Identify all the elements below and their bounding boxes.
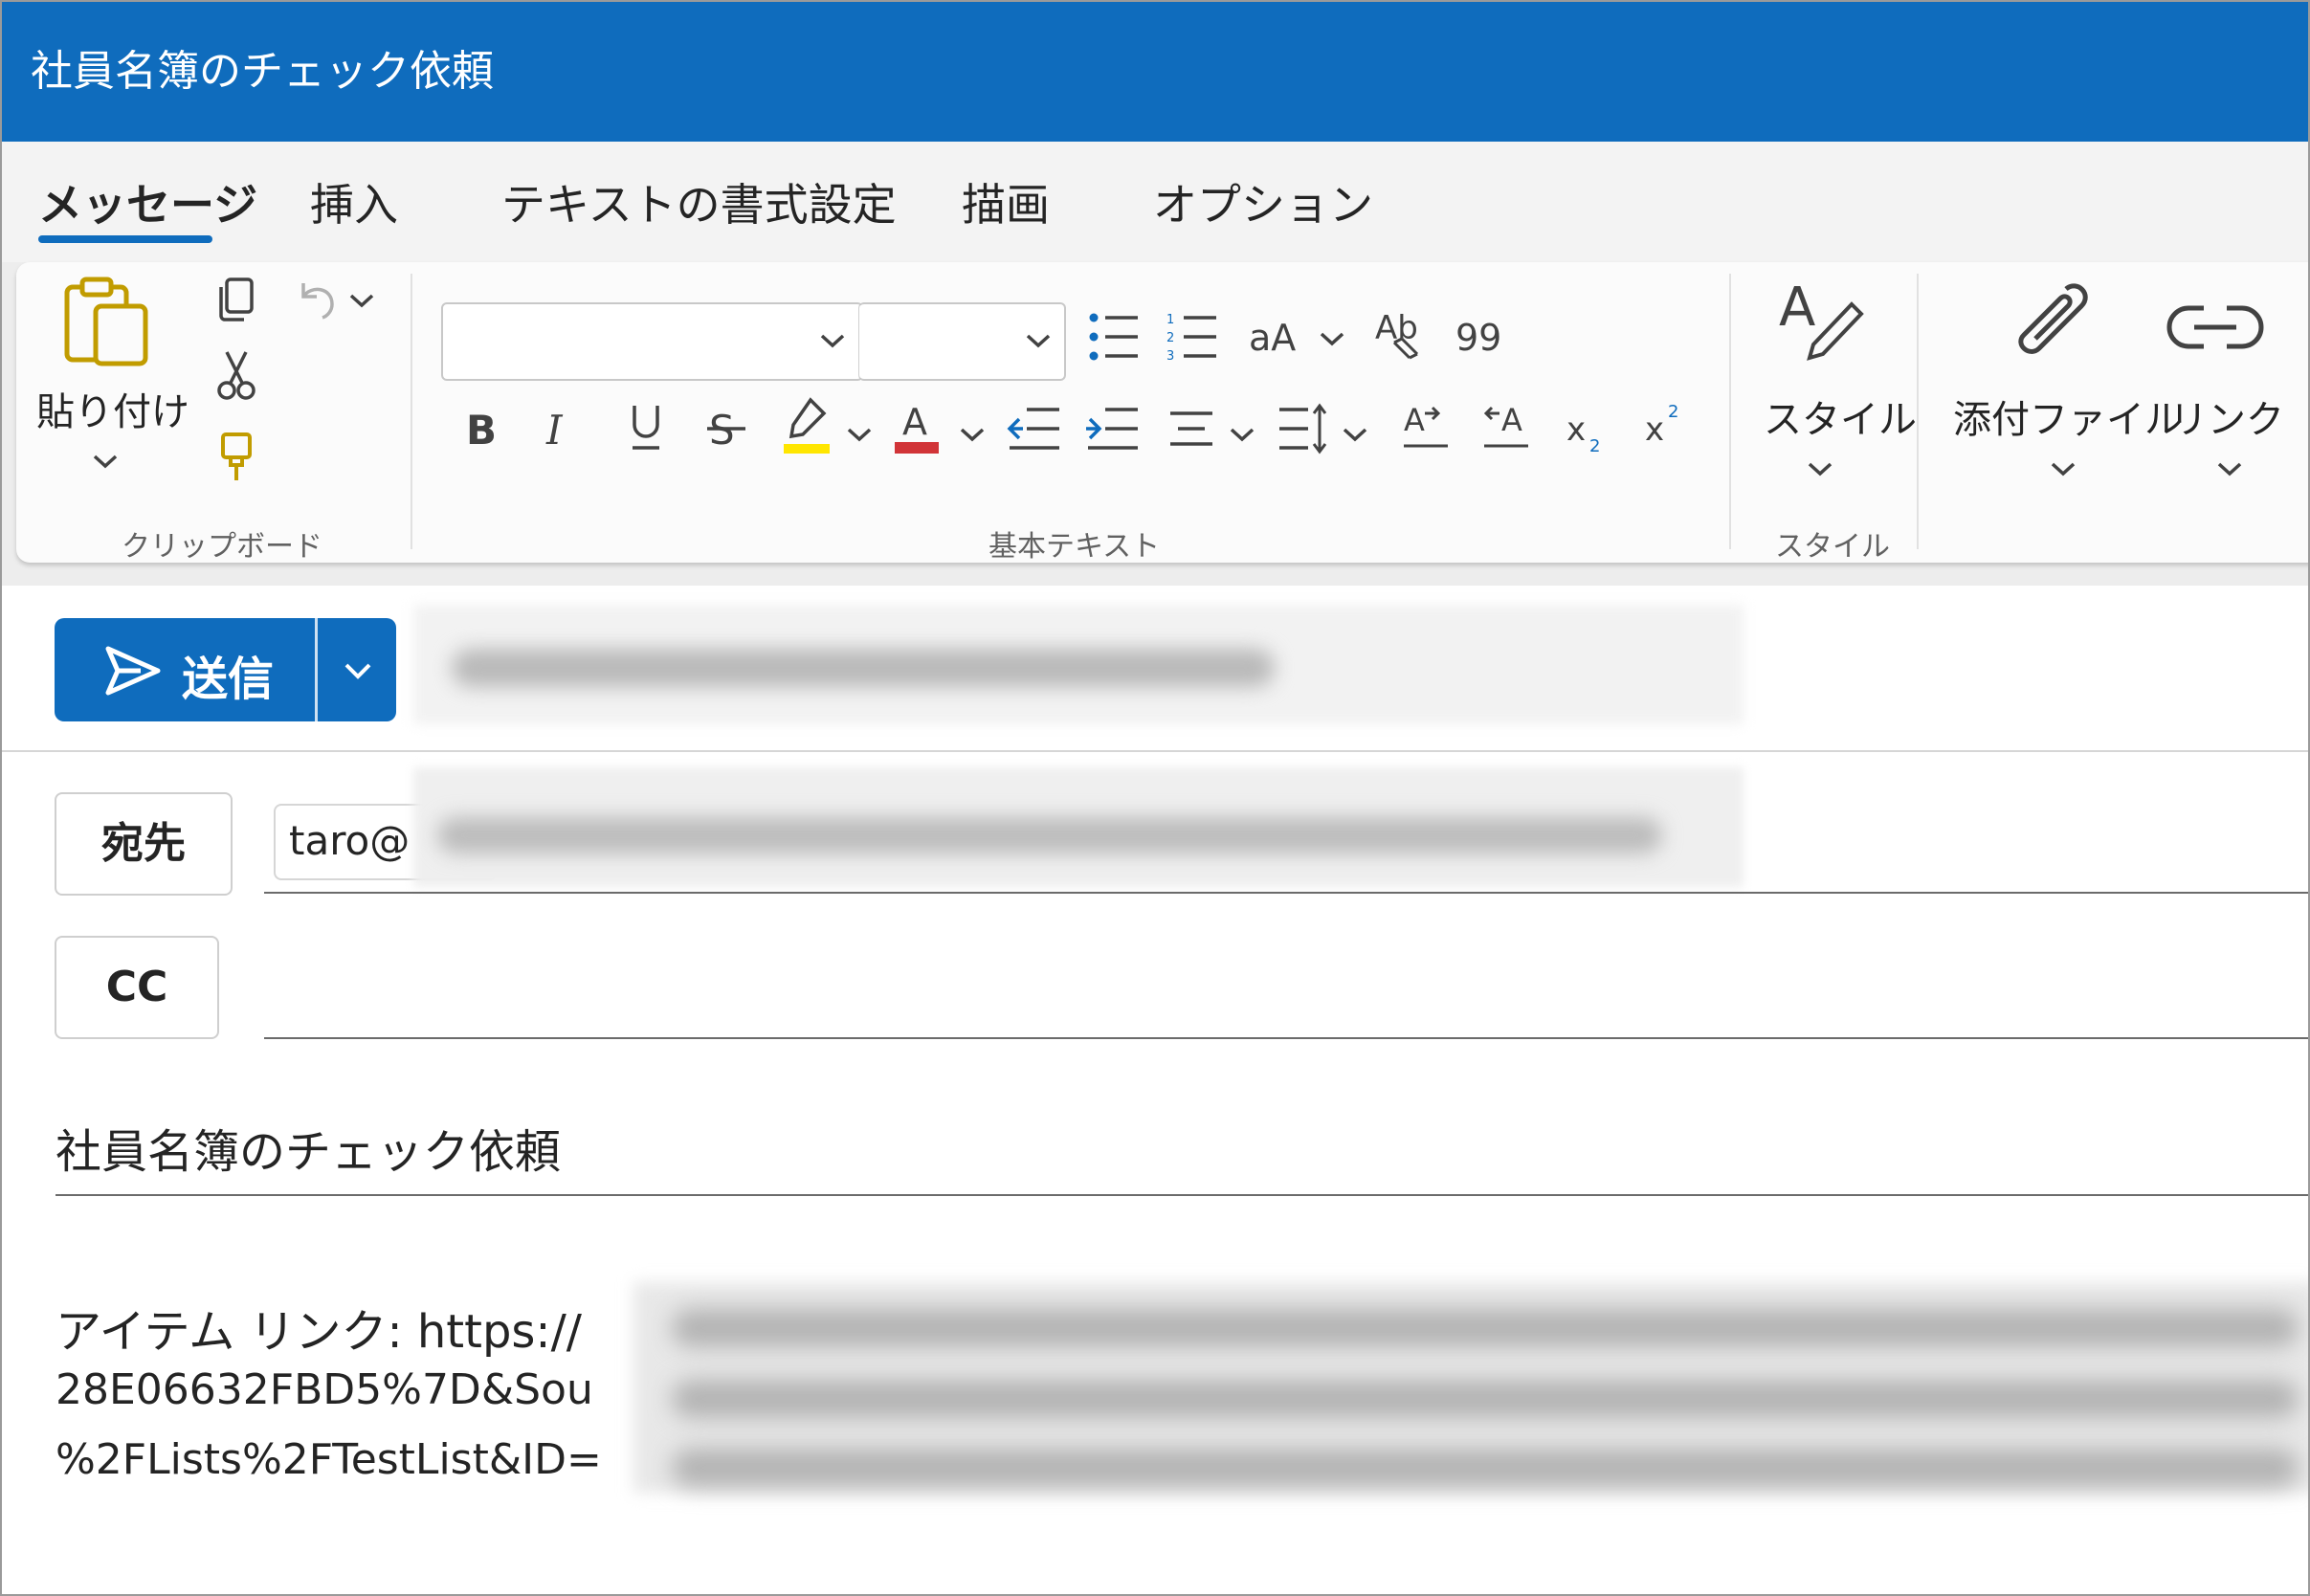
send-button[interactable]: 送信 — [55, 618, 396, 721]
line-spacing-icon[interactable] — [1276, 402, 1331, 455]
chevron-down-icon[interactable] — [1341, 425, 1369, 444]
chevron-down-icon — [1026, 334, 1051, 348]
title-bar: 社員名簿のチェック依頼 — [2, 2, 2308, 142]
change-case-icon[interactable]: aA — [1247, 308, 1304, 362]
svg-text:A: A — [1779, 277, 1815, 339]
decrease-indent-icon[interactable] — [1006, 404, 1061, 454]
attach-file-label: 添付ファイル — [1953, 398, 2183, 442]
ribbon-separator — [411, 274, 412, 549]
ribbon: 貼り付け クリップボード 1 2 3 aA Ab 99 B I S A A A … — [16, 262, 2308, 564]
styles-label: スタイル — [1764, 398, 1917, 442]
cc-field-underline[interactable] — [264, 1037, 2308, 1039]
font-color-icon[interactable]: A — [893, 394, 944, 457]
chevron-down-icon[interactable] — [342, 660, 374, 681]
recipients-redacted-text — [437, 817, 1662, 853]
svg-text:3: 3 — [1166, 349, 1174, 364]
to-button[interactable]: 宛先 — [55, 792, 233, 896]
clipboard-group-label: クリップボード — [122, 530, 322, 564]
svg-text:1: 1 — [1166, 313, 1174, 327]
ribbon-separator — [1729, 274, 1731, 549]
recipient-chip-text: taro@ — [289, 817, 411, 864]
body-link-redacted-line — [672, 1380, 2299, 1418]
svg-text:B: B — [466, 407, 497, 454]
ltr-text-icon[interactable]: A — [1400, 396, 1454, 455]
send-divider — [315, 618, 318, 721]
clipboard-paste-icon — [64, 277, 148, 366]
tab-options[interactable]: オプション — [1153, 170, 1373, 233]
body-link-redacted-line — [672, 1449, 2299, 1487]
svg-text:2: 2 — [1589, 436, 1600, 456]
svg-text:A: A — [902, 401, 927, 443]
svg-text:I: I — [545, 407, 564, 454]
tab-insert[interactable]: 挿入 — [310, 170, 398, 233]
paperclip-icon — [2018, 283, 2088, 354]
copy-icon[interactable] — [213, 276, 259, 325]
cc-button[interactable]: CC — [55, 936, 219, 1039]
quote-icon[interactable]: 99 — [1454, 308, 1507, 362]
svg-text:aA: aA — [1249, 317, 1296, 359]
chevron-down-icon — [2051, 462, 2076, 477]
svg-text:A: A — [1404, 402, 1425, 438]
outlook-compose-window: 社員名簿のチェック依頼 メッセージ 挿入 テキストの書式設定 描画 オプション … — [0, 0, 2310, 1596]
italic-icon[interactable]: I — [544, 400, 587, 454]
svg-text:2: 2 — [1668, 402, 1678, 422]
rtl-text-icon[interactable]: A — [1480, 396, 1534, 455]
format-painter-icon[interactable] — [215, 431, 257, 486]
tab-format-text[interactable]: テキストの書式設定 — [501, 170, 897, 233]
chevron-down-icon[interactable] — [1228, 425, 1256, 444]
highlight-icon[interactable] — [782, 394, 833, 457]
basic-text-group-label: 基本テキスト — [988, 530, 1161, 564]
increase-indent-icon[interactable] — [1084, 404, 1140, 454]
subject-underline — [56, 1194, 2308, 1196]
align-center-icon[interactable] — [1166, 408, 1216, 452]
cut-icon[interactable] — [213, 348, 259, 402]
chevron-down-icon — [2217, 462, 2242, 477]
paste-label: 貼り付け — [36, 390, 189, 434]
undo-icon[interactable] — [294, 277, 340, 321]
strikethrough-icon[interactable]: S — [705, 400, 747, 454]
svg-text:x: x — [1566, 410, 1586, 449]
body-link-redacted-line — [672, 1309, 2299, 1347]
font-size-combobox[interactable] — [858, 302, 1066, 381]
chevron-down-icon[interactable] — [1318, 329, 1346, 348]
ribbon-tab-bar: メッセージ 挿入 テキストの書式設定 描画 オプション — [2, 142, 2308, 262]
body-line[interactable]: アイテム リンク: https:// — [56, 1294, 582, 1361]
svg-text:99: 99 — [1455, 317, 1501, 359]
font-name-combobox[interactable] — [441, 302, 863, 381]
styles-icon: A — [1779, 277, 1864, 361]
active-tab-indicator — [38, 235, 212, 243]
from-account-redacted-text — [452, 649, 1275, 687]
styles-group-label: スタイル — [1775, 530, 1890, 564]
window-title: 社員名簿のチェック依頼 — [31, 47, 494, 96]
send-icon — [105, 646, 161, 696]
svg-text:2: 2 — [1166, 331, 1174, 345]
clear-formatting-icon[interactable]: Ab — [1373, 300, 1431, 364]
send-label: 送信 — [182, 653, 275, 706]
to-field-underline — [264, 892, 2308, 894]
svg-text:A: A — [1501, 402, 1522, 438]
chevron-down-icon — [1808, 462, 1832, 477]
chevron-down-icon[interactable] — [347, 291, 376, 310]
subscript-icon[interactable]: x 2 — [1565, 402, 1614, 457]
subject-field[interactable]: 社員名簿のチェック依頼 — [56, 1114, 561, 1181]
svg-text:x: x — [1645, 410, 1664, 449]
link-label: リンク — [2169, 398, 2284, 442]
chevron-down-icon — [93, 454, 118, 469]
ribbon-separator — [1917, 274, 1919, 549]
chevron-down-icon[interactable] — [958, 425, 987, 444]
superscript-icon[interactable]: x 2 — [1643, 396, 1693, 452]
body-line[interactable]: 28E06632FBD5%7D&Sou — [56, 1365, 593, 1414]
underline-icon[interactable] — [625, 400, 667, 454]
chevron-down-icon — [820, 334, 845, 348]
chevron-down-icon[interactable] — [845, 425, 874, 444]
link-icon — [2166, 305, 2264, 349]
divider — [2, 750, 2308, 752]
numbered-list-icon[interactable]: 1 2 3 — [1165, 310, 1220, 364]
tab-message[interactable]: メッセージ — [38, 170, 257, 233]
body-line[interactable]: %2FLists%2FTestList&ID= — [56, 1435, 602, 1484]
bullet-list-icon[interactable] — [1086, 310, 1142, 364]
tab-draw[interactable]: 描画 — [962, 170, 1050, 233]
bold-icon[interactable]: B — [464, 400, 506, 454]
